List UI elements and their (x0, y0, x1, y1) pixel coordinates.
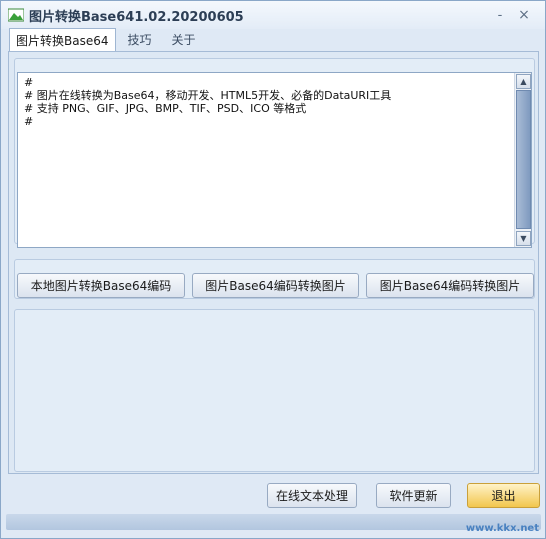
app-icon (8, 8, 24, 22)
watermark: www.kkx.net (465, 523, 539, 534)
text-line: # 支持 PNG、GIF、JPG、BMP、TIF、PSD、ICO 等格式 (24, 102, 307, 115)
minimize-button[interactable]: - (491, 6, 509, 24)
tab-panel: # # 图片在线转换为Base64，移动开发、HTML5开发、必备的DataURI… (8, 51, 539, 474)
close-button[interactable]: × (515, 6, 533, 24)
tab-about[interactable]: 关于 (164, 28, 204, 51)
text-line: # (24, 76, 34, 89)
update-button[interactable]: 软件更新 (376, 483, 451, 508)
text-line: # (24, 115, 34, 128)
text-line: # 图片在线转换为Base64，移动开发、HTML5开发、必备的DataURI工… (24, 89, 392, 102)
base64-textarea[interactable]: # # 图片在线转换为Base64，移动开发、HTML5开发、必备的DataURI… (17, 72, 532, 248)
tab-bar: 图片转换Base64 技巧 关于 (9, 28, 204, 52)
textarea-content: # # 图片在线转换为Base64，移动开发、HTML5开发、必备的DataURI… (24, 76, 509, 128)
local-image-to-base64-button[interactable]: 本地图片转换Base64编码 (17, 273, 185, 298)
base64-to-image-button[interactable]: 图片Base64编码转换图片 (192, 273, 359, 298)
scroll-down-icon[interactable]: ▼ (516, 231, 531, 246)
preview-area (14, 309, 535, 472)
exit-button[interactable]: 退出 (467, 483, 540, 508)
vertical-scrollbar[interactable]: ▲ ▼ (514, 73, 531, 247)
tab-tips[interactable]: 技巧 (120, 28, 160, 51)
output-group: # # 图片在线转换为Base64，移动开发、HTML5开发、必备的DataURI… (14, 58, 535, 248)
action-button-group: 本地图片转换Base64编码 图片Base64编码转换图片 图片Base64编码… (14, 259, 535, 299)
base64-to-image-button-2[interactable]: 图片Base64编码转换图片 (366, 273, 534, 298)
status-bar (6, 514, 541, 530)
app-window: 图片转换Base641.02.20200605 - × 图片转换Base64 技… (0, 0, 546, 539)
window-title: 图片转换Base641.02.20200605 (29, 9, 244, 25)
online-text-button[interactable]: 在线文本处理 (267, 483, 357, 508)
scroll-thumb[interactable] (516, 90, 531, 229)
title-bar[interactable]: 图片转换Base641.02.20200605 - × (1, 1, 545, 29)
scroll-up-icon[interactable]: ▲ (516, 74, 531, 89)
tab-convert[interactable]: 图片转换Base64 (9, 28, 116, 52)
